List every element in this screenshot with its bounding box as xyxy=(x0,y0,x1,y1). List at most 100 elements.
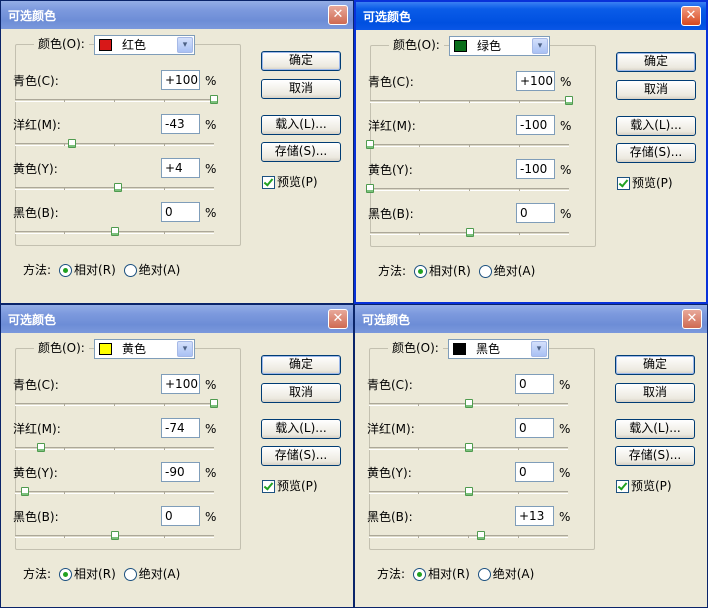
absolute-label[interactable]: 绝对(A) xyxy=(493,567,535,581)
yellow-value-input[interactable]: -90 xyxy=(161,462,200,482)
yellow-slider-track[interactable] xyxy=(369,487,568,496)
save-button[interactable]: 存储(S)... xyxy=(261,142,341,162)
magenta-value-input[interactable]: -100 xyxy=(516,115,555,135)
magenta-slider-thumb[interactable] xyxy=(36,443,45,452)
magenta-slider-track[interactable] xyxy=(15,443,214,452)
cyan-slider-thumb[interactable] xyxy=(210,399,218,408)
cyan-value-input[interactable]: +100 xyxy=(516,71,555,91)
magenta-value-input[interactable]: 0 xyxy=(515,418,554,438)
colors-dropdown[interactable]: 红色 ▾ xyxy=(94,35,195,55)
relative-label[interactable]: 相对(R) xyxy=(74,567,116,581)
magenta-slider-thumb[interactable] xyxy=(464,443,473,452)
yellow-slider-track[interactable] xyxy=(15,183,214,192)
relative-label[interactable]: 相对(R) xyxy=(74,263,116,277)
load-button[interactable]: 载入(L)... xyxy=(615,419,695,439)
yellow-slider-thumb[interactable] xyxy=(114,183,123,192)
preview-checkbox[interactable]: 预览(P) xyxy=(262,479,318,493)
black-slider-thumb[interactable] xyxy=(465,228,474,237)
checkbox-checked-icon[interactable] xyxy=(616,479,629,493)
colors-dropdown[interactable]: 黄色 ▾ xyxy=(94,339,195,359)
yellow-value-input[interactable]: -100 xyxy=(516,159,555,179)
ok-button[interactable]: 确定 xyxy=(261,51,341,71)
cancel-button[interactable]: 取消 xyxy=(261,79,341,99)
title-bar[interactable]: 可选颜色 ✕ xyxy=(1,305,353,333)
close-button[interactable]: ✕ xyxy=(682,309,702,329)
relative-radio[interactable] xyxy=(59,567,73,581)
yellow-value-input[interactable]: +4 xyxy=(161,158,200,178)
chevron-down-icon[interactable]: ▾ xyxy=(177,37,193,53)
title-bar[interactable]: 可选颜色 ✕ xyxy=(356,2,706,30)
chevron-down-icon[interactable]: ▾ xyxy=(531,341,547,357)
title-bar[interactable]: 可选颜色 ✕ xyxy=(1,1,353,29)
yellow-slider-track[interactable] xyxy=(15,487,214,496)
ok-button[interactable]: 确定 xyxy=(615,355,695,375)
chevron-down-icon[interactable]: ▾ xyxy=(177,341,193,357)
absolute-label[interactable]: 绝对(A) xyxy=(494,264,536,278)
black-slider-thumb[interactable] xyxy=(110,227,119,236)
cancel-button[interactable]: 取消 xyxy=(261,383,341,403)
magenta-slider-track[interactable] xyxy=(369,443,568,452)
load-button[interactable]: 载入(L)... xyxy=(616,116,696,136)
black-slider-thumb[interactable] xyxy=(477,531,486,540)
relative-label[interactable]: 相对(R) xyxy=(429,264,471,278)
magenta-slider-thumb[interactable] xyxy=(366,140,374,149)
magenta-value-input[interactable]: -74 xyxy=(161,418,200,438)
relative-label[interactable]: 相对(R) xyxy=(428,567,470,581)
cyan-slider-track[interactable] xyxy=(369,399,568,408)
absolute-radio[interactable] xyxy=(478,264,492,278)
save-button[interactable]: 存储(S)... xyxy=(615,446,695,466)
close-button[interactable]: ✕ xyxy=(328,5,348,25)
magenta-slider-track[interactable] xyxy=(366,140,569,149)
preview-checkbox[interactable]: 预览(P) xyxy=(617,176,673,190)
preview-checkbox[interactable]: 预览(P) xyxy=(262,175,318,189)
yellow-slider-thumb[interactable] xyxy=(464,487,473,496)
relative-radio[interactable] xyxy=(59,263,73,277)
black-value-input[interactable]: +13 xyxy=(515,506,554,526)
absolute-label[interactable]: 绝对(A) xyxy=(139,567,181,581)
magenta-value-input[interactable]: -43 xyxy=(161,114,200,134)
save-button[interactable]: 存储(S)... xyxy=(261,446,341,466)
close-button[interactable]: ✕ xyxy=(681,6,701,26)
absolute-radio[interactable] xyxy=(123,263,137,277)
yellow-slider-thumb[interactable] xyxy=(20,487,29,496)
black-value-input[interactable]: 0 xyxy=(516,203,555,223)
cyan-value-input[interactable]: 0 xyxy=(515,374,554,394)
black-slider-thumb[interactable] xyxy=(110,531,119,540)
checkbox-checked-icon[interactable] xyxy=(262,175,275,189)
absolute-radio[interactable] xyxy=(477,567,491,581)
save-button[interactable]: 存储(S)... xyxy=(616,143,696,163)
cyan-value-input[interactable]: +100 xyxy=(161,374,200,394)
cancel-button[interactable]: 取消 xyxy=(616,80,696,100)
magenta-slider-thumb[interactable] xyxy=(67,139,76,148)
colors-dropdown[interactable]: 绿色 ▾ xyxy=(449,36,550,56)
yellow-slider-track[interactable] xyxy=(366,184,569,193)
ok-button[interactable]: 确定 xyxy=(261,355,341,375)
title-bar[interactable]: 可选颜色 ✕ xyxy=(355,305,707,333)
relative-radio[interactable] xyxy=(414,264,428,278)
ok-button[interactable]: 确定 xyxy=(616,52,696,72)
checkbox-checked-icon[interactable] xyxy=(262,479,275,493)
cyan-value-input[interactable]: +100 xyxy=(161,70,200,90)
relative-radio[interactable] xyxy=(413,567,427,581)
cyan-slider-track[interactable] xyxy=(15,399,218,408)
absolute-radio[interactable] xyxy=(123,567,137,581)
cyan-slider-thumb[interactable] xyxy=(210,95,218,104)
absolute-label[interactable]: 绝对(A) xyxy=(139,263,181,277)
load-button[interactable]: 载入(L)... xyxy=(261,115,341,135)
yellow-value-input[interactable]: 0 xyxy=(515,462,554,482)
load-button[interactable]: 载入(L)... xyxy=(261,419,341,439)
cyan-slider-thumb[interactable] xyxy=(565,96,573,105)
magenta-slider-track[interactable] xyxy=(15,139,214,148)
close-button[interactable]: ✕ xyxy=(328,309,348,329)
cancel-button[interactable]: 取消 xyxy=(615,383,695,403)
checkbox-checked-icon[interactable] xyxy=(617,176,630,190)
black-slider-track[interactable] xyxy=(369,531,568,540)
cyan-slider-track[interactable] xyxy=(15,95,218,104)
preview-checkbox[interactable]: 预览(P) xyxy=(616,479,672,493)
chevron-down-icon[interactable]: ▾ xyxy=(532,38,548,54)
cyan-slider-track[interactable] xyxy=(370,96,573,105)
black-slider-track[interactable] xyxy=(370,228,569,237)
black-value-input[interactable]: 0 xyxy=(161,202,200,222)
black-slider-track[interactable] xyxy=(15,227,214,236)
cyan-slider-thumb[interactable] xyxy=(464,399,473,408)
